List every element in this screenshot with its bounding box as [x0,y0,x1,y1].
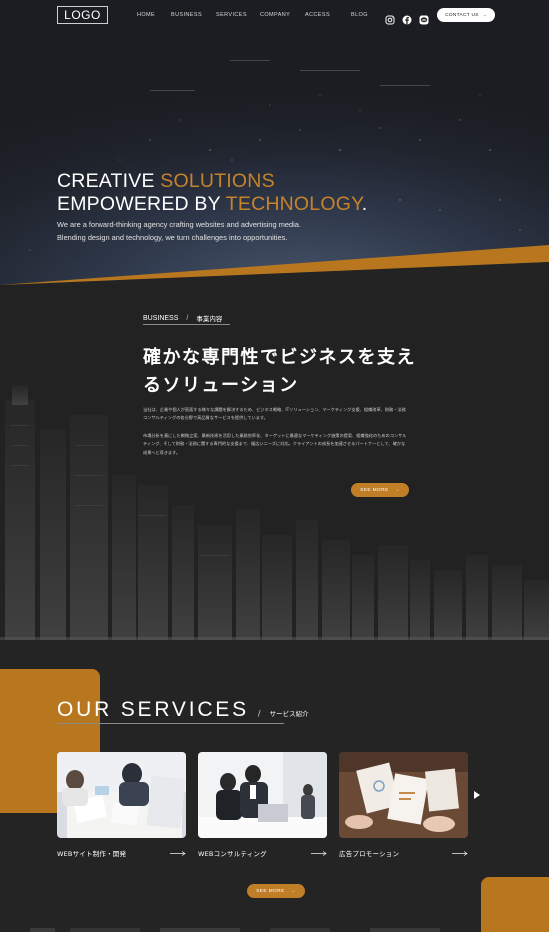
arrow-right-icon: → [394,487,400,493]
line-icon[interactable] [419,10,429,25]
facebook-icon[interactable] [402,10,412,25]
long-arrow-right-icon [170,850,186,856]
service-card-web-dev[interactable]: WEBサイト制作・開発 [57,752,186,858]
hero-title: CREATIVE SOLUTIONS EMPOWERED BY TECHNOLO… [57,170,368,215]
instagram-icon[interactable] [385,10,395,25]
services-title-jp: サービス紹介 [269,710,309,718]
city-skyline-background [0,385,549,640]
business-heading: 確かな専門性でビジネスを支えるソリューション [143,347,416,396]
social-links [385,10,429,25]
service-card-label: 広告プロモーション [339,850,400,858]
nav-home[interactable]: HOME [137,12,171,18]
nav-business[interactable]: BUSINESS [171,12,216,18]
business-see-more-button[interactable]: SEE MORE → [351,483,409,497]
business-eyebrow-underline [143,324,230,325]
hero-subtitle: We are a forward-thinking agency craftin… [57,220,301,242]
main-nav: HOME BUSINESS SERVICES COMPANY ACCESS BL… [137,12,368,18]
nav-company[interactable]: COMPANY [260,12,305,18]
long-arrow-right-icon [452,850,468,856]
site-header: LOGO HOME BUSINESS SERVICES COMPANY ACCE… [0,0,549,32]
business-section: BUSINESS / 事業内容 確かな専門性でビジネスを支えるソリューション 当… [0,285,549,640]
services-see-more-button[interactable]: SEE MORE → [247,884,305,898]
next-section-preview [30,928,440,932]
services-title: OUR SERVICES / サービス紹介 [57,698,309,722]
services-title-underline [57,723,284,724]
services-title-en: OUR SERVICES [57,698,249,721]
business-eyebrow-en: BUSINESS [143,314,179,322]
arrow-right-icon: → [481,12,487,18]
hero-section: CREATIVE SOLUTIONS EMPOWERED BY TECHNOLO… [0,0,549,285]
service-card-web-consulting[interactable]: WEBコンサルティング [198,752,327,858]
business-paragraph-1: 当社は、企業や個人が直面する様々な課題を解決するため、ビジネス戦略、ITソリュー… [143,407,406,421]
title-separator: / [257,709,261,718]
service-cards: WEBサイト制作・開発 WEBコンサルティング 広告プロモーション [57,752,468,858]
nav-access[interactable]: ACCESS [305,12,351,18]
long-arrow-right-icon [311,850,327,856]
see-more-label: SEE MORE [256,888,285,894]
arrow-right-icon: → [290,888,296,894]
service-card-label: WEBサイト制作・開発 [57,850,127,858]
decorative-gold-block [481,877,549,932]
nav-blog[interactable]: BLOG [351,12,368,18]
service-card-ad-promotion[interactable]: 広告プロモーション [339,752,468,858]
see-more-label: SEE MORE [360,487,389,493]
business-eyebrow-jp: 事業内容 [196,316,223,323]
service-card-label: WEBコンサルティング [198,850,267,858]
service-image-web-consulting [198,752,327,838]
nav-services[interactable]: SERVICES [216,12,260,18]
eyebrow-separator: / [186,314,189,322]
business-paragraph-2: 市場分析を基にした戦略立案、最新技術を活用した業務効率化、ターゲットに最適なマー… [143,433,407,455]
service-image-web-dev [57,752,186,838]
contact-us-button[interactable]: CONTACT US → [437,8,495,22]
service-image-ad-promotion [339,752,468,838]
services-section: OUR SERVICES / サービス紹介 WEBサイト制作・開発 WEBコンサ… [0,640,549,932]
carousel-next-icon[interactable] [473,790,481,800]
contact-us-label: CONTACT US [445,12,479,18]
site-logo[interactable]: LOGO [57,6,108,24]
business-eyebrow: BUSINESS / 事業内容 [143,313,223,324]
